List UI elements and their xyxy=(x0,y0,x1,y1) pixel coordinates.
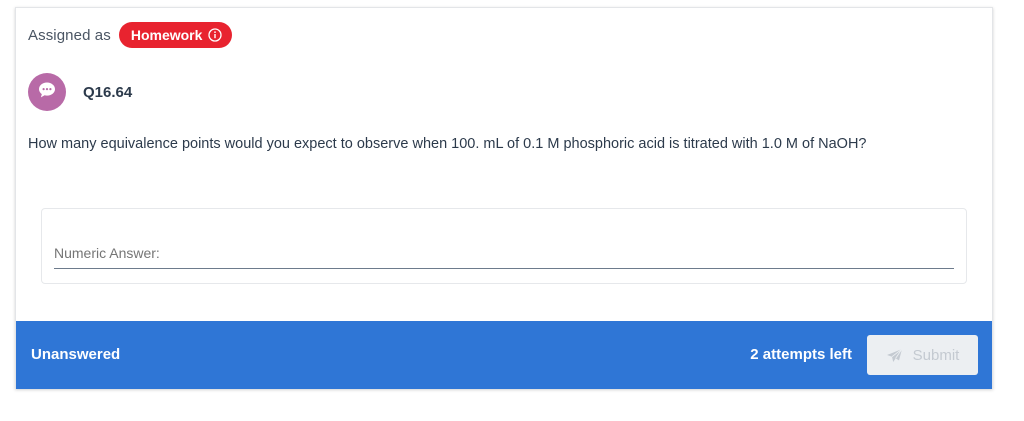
info-circle-icon[interactable] xyxy=(208,28,223,42)
question-number: Q16.64 xyxy=(83,83,133,101)
submit-button[interactable]: Submit xyxy=(867,335,978,375)
question-text: How many equivalence points would you ex… xyxy=(28,136,867,152)
status-label: Unanswered xyxy=(31,346,121,363)
chat-bubble-icon xyxy=(37,80,57,105)
numeric-answer-input[interactable] xyxy=(54,227,954,269)
assignment-row: Assigned as Homework xyxy=(28,22,233,48)
homework-badge-label: Homework xyxy=(130,27,203,43)
question-card: Assigned as Homework Q16.64 How many equ… xyxy=(15,7,993,389)
question-avatar xyxy=(28,73,66,111)
homework-badge[interactable]: Homework xyxy=(118,22,233,48)
question-header: Q16.64 xyxy=(28,73,132,111)
attempts-left-label: 2 attempts left xyxy=(750,346,852,363)
assigned-as-label: Assigned as xyxy=(28,26,111,44)
submit-label: Submit xyxy=(912,346,960,364)
answer-box xyxy=(41,208,967,284)
submission-bar: Unanswered 2 attempts left Submit xyxy=(16,321,992,389)
paper-plane-icon xyxy=(886,348,903,363)
